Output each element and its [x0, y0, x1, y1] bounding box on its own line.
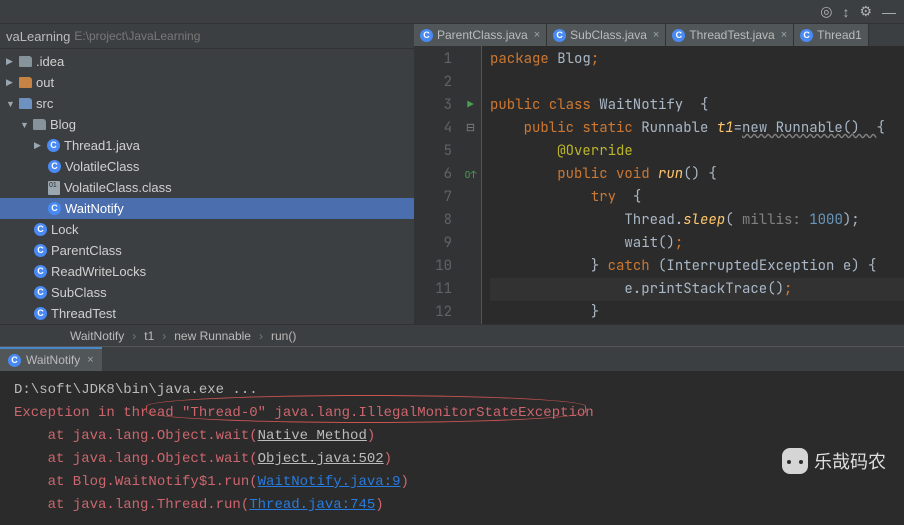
tree-class-waitnotify[interactable]: CWaitNotify — [0, 198, 414, 219]
line-gutter: 123456789101112 — [414, 46, 460, 324]
console-stack-line: at java.lang.Thread.run(Thread.java:745) — [14, 494, 890, 517]
java-class-icon: C — [34, 286, 47, 299]
source-link[interactable]: Thread.java:745 — [249, 497, 375, 513]
java-class-icon: C — [672, 29, 685, 42]
java-class-icon: C — [34, 307, 47, 320]
tree-class-subclass[interactable]: CSubClass — [0, 282, 414, 303]
watermark: 乐哉码农 — [782, 448, 886, 474]
close-icon[interactable]: × — [87, 354, 93, 366]
tab-parentclass[interactable]: CParentClass.java× — [414, 24, 547, 46]
tree-class-readwritelocks[interactable]: CReadWriteLocks — [0, 261, 414, 282]
tree-class-volatile[interactable]: CVolatileClass — [0, 156, 414, 177]
java-class-icon: C — [8, 354, 21, 367]
collapse-icon[interactable]: ↕ — [842, 4, 849, 20]
tree-class-lock[interactable]: CLock — [0, 219, 414, 240]
console-command: D:\soft\JDK8\bin\java.exe ... — [14, 379, 890, 402]
top-toolbar: ◎ ↕ ⚙ — — [0, 0, 904, 24]
breadcrumb-item[interactable]: new Runnable — [174, 329, 251, 343]
run-tab-waitnotify[interactable]: C WaitNotify × — [0, 347, 102, 371]
java-class-icon: C — [48, 202, 61, 215]
tree-folder-idea[interactable]: ▶.idea — [0, 51, 414, 72]
run-tabs: C WaitNotify × — [0, 347, 904, 371]
java-class-icon: C — [48, 160, 61, 173]
main-area: vaLearning E:\project\JavaLearning ▶.ide… — [0, 24, 904, 324]
close-icon[interactable]: × — [653, 29, 659, 41]
target-icon[interactable]: ◎ — [820, 3, 832, 20]
project-name: vaLearning — [6, 29, 70, 44]
console-output[interactable]: D:\soft\JDK8\bin\java.exe ... Exception … — [0, 371, 904, 525]
console-stack-line: at Blog.WaitNotify$1.run(WaitNotify.java… — [14, 471, 890, 494]
watermark-text: 乐哉码农 — [814, 448, 886, 474]
tree-class-parentclass[interactable]: CParentClass — [0, 240, 414, 261]
java-class-icon: C — [34, 265, 47, 278]
project-panel: vaLearning E:\project\JavaLearning ▶.ide… — [0, 24, 414, 324]
run-panel: C WaitNotify × D:\soft\JDK8\bin\java.exe… — [0, 346, 904, 525]
java-class-icon: C — [47, 139, 60, 152]
breadcrumb-item[interactable]: t1 — [144, 329, 154, 343]
tree-folder-out[interactable]: ▶out — [0, 72, 414, 93]
folder-out-icon — [19, 77, 32, 88]
breadcrumb-item[interactable]: WaitNotify — [70, 329, 124, 343]
tree-folder-src[interactable]: ▼src — [0, 93, 414, 114]
run-gutter-icon[interactable]: ▶ — [460, 94, 481, 117]
wechat-icon — [782, 448, 808, 474]
gear-icon[interactable]: ⚙ — [859, 3, 872, 20]
code-area[interactable]: package Blog; public class WaitNotify { … — [482, 46, 904, 324]
gutter-icons: ▶⊟ O↑ — [460, 46, 482, 324]
hide-icon[interactable]: — — [882, 4, 896, 20]
override-icon[interactable]: O↑ — [465, 168, 477, 181]
console-exception: Exception in thread "Thread-0" java.lang… — [14, 402, 890, 425]
tree-class-threadtest[interactable]: CThreadTest — [0, 303, 414, 324]
tree-classfile-volatile[interactable]: VolatileClass.class — [0, 177, 414, 198]
tree-folder-blog[interactable]: ▼Blog — [0, 114, 414, 135]
class-file-icon — [48, 181, 60, 195]
project-tree[interactable]: ▶.idea ▶out ▼src ▼Blog ▶CThread1.java CV… — [0, 49, 414, 324]
close-icon[interactable]: × — [534, 29, 540, 41]
java-class-icon: C — [553, 29, 566, 42]
breadcrumb[interactable]: WaitNotify› t1› new Runnable› run() — [0, 324, 904, 346]
project-header: vaLearning E:\project\JavaLearning — [0, 24, 414, 49]
breadcrumb-item[interactable]: run() — [271, 329, 296, 343]
console-stack-line: at java.lang.Object.wait(Native Method) — [14, 425, 890, 448]
editor-panel: CParentClass.java× CSubClass.java× CThre… — [414, 24, 904, 324]
editor-tabs: CParentClass.java× CSubClass.java× CThre… — [414, 24, 904, 46]
source-link[interactable]: WaitNotify.java:9 — [258, 474, 401, 490]
folder-icon — [19, 56, 32, 67]
editor[interactable]: 123456789101112 ▶⊟ O↑ package Blog; publi… — [414, 46, 904, 324]
java-class-icon: C — [800, 29, 813, 42]
console-stack-line: at java.lang.Object.wait(Object.java:502… — [14, 448, 890, 471]
java-class-icon: C — [420, 29, 433, 42]
package-icon — [33, 119, 46, 130]
project-path: E:\project\JavaLearning — [74, 29, 200, 43]
folder-src-icon — [19, 98, 32, 109]
java-class-icon: C — [34, 244, 47, 257]
tree-file-thread1[interactable]: ▶CThread1.java — [0, 135, 414, 156]
fold-icon[interactable]: ⊟ — [460, 117, 481, 140]
tab-thread1[interactable]: CThread1 — [794, 24, 869, 46]
java-class-icon: C — [34, 223, 47, 236]
tab-threadtest[interactable]: CThreadTest.java× — [666, 24, 794, 46]
close-icon[interactable]: × — [781, 29, 787, 41]
tab-subclass[interactable]: CSubClass.java× — [547, 24, 666, 46]
